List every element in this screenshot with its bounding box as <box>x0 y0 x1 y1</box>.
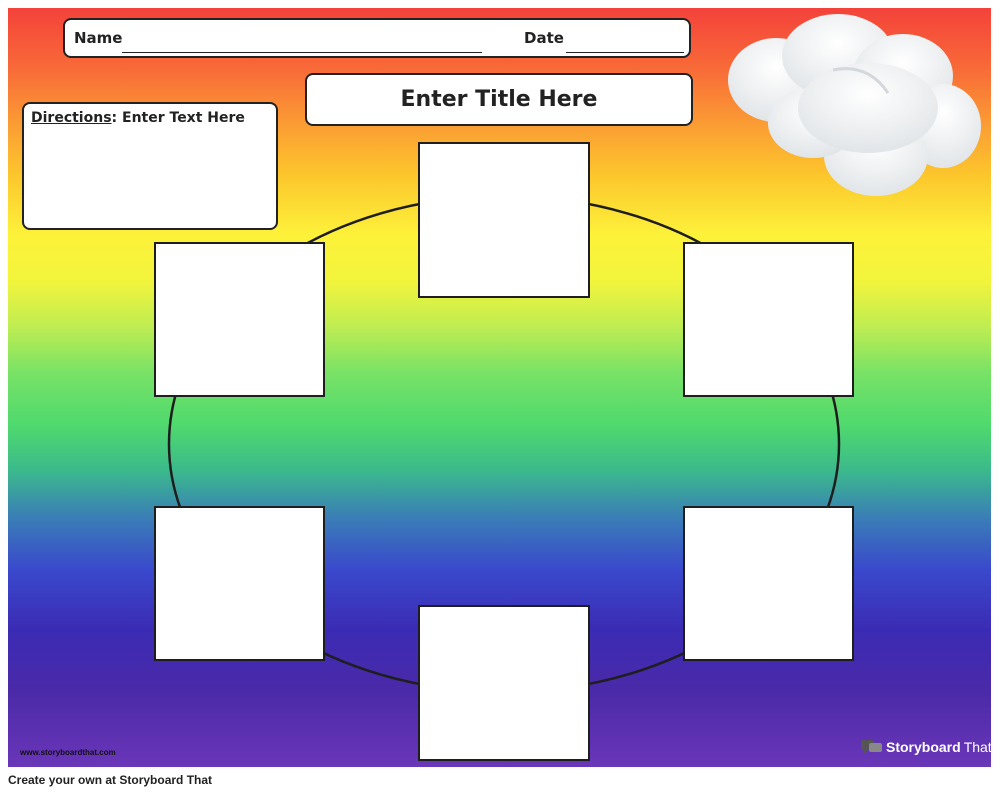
cycle-box-lower-left[interactable] <box>154 506 325 661</box>
worksheet-sheet: Name Date Enter Title Here Directions: E… <box>8 8 991 767</box>
watermark-url: www.storyboardthat.com <box>20 748 116 757</box>
cycle-box-upper-left[interactable] <box>154 242 325 397</box>
cycle-box-bottom[interactable] <box>418 605 590 761</box>
speech-bubble-logo-icon <box>861 740 882 754</box>
storyboard-that-logo: Storyboard That <box>861 739 991 755</box>
cycle-box-lower-right[interactable] <box>683 506 854 661</box>
cycle-box-upper-right[interactable] <box>683 242 854 397</box>
footer-credit[interactable]: Create your own at Storyboard That <box>8 773 212 787</box>
brand-suffix: That <box>963 739 991 755</box>
brand-main: Storyboard <box>886 739 961 755</box>
cycle-box-top[interactable] <box>418 142 590 298</box>
